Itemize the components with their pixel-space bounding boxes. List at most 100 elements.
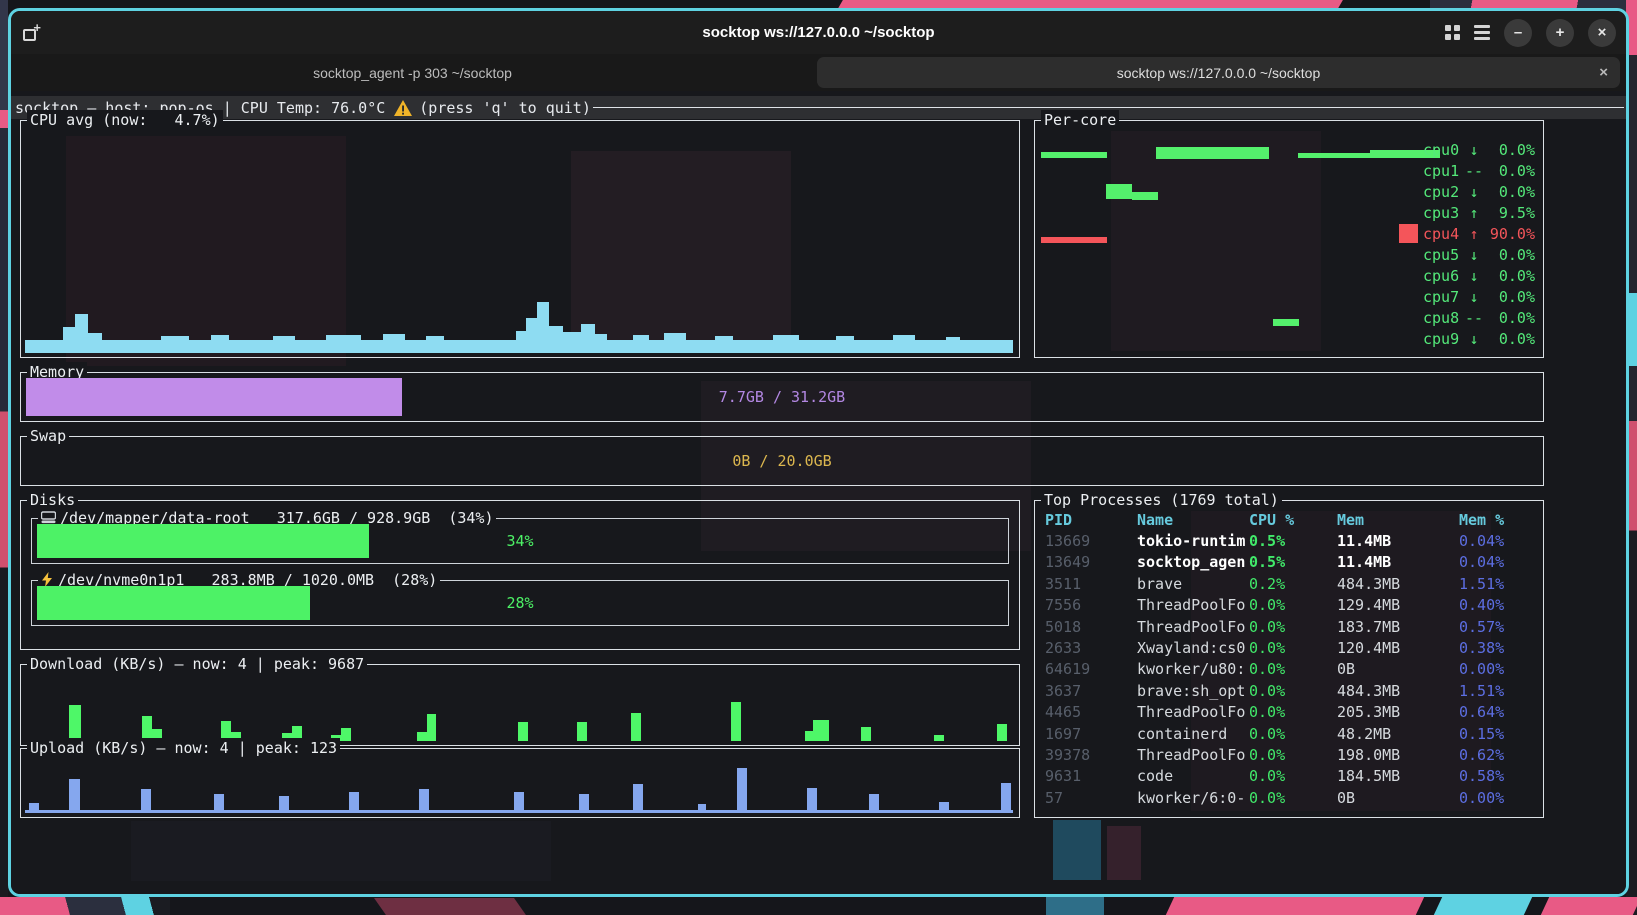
download-panel: Download (KB/s) — now: 4 | peak: 9687 [20, 664, 1020, 746]
histogram-bar [563, 332, 581, 340]
histogram-bar [326, 335, 361, 340]
histogram-bar [211, 335, 229, 340]
upload-panel: Upload (KB/s) — now: 4 | peak: 123 [20, 748, 1020, 818]
histogram-bar [869, 794, 879, 813]
histogram-bar [514, 792, 524, 813]
maximize-button[interactable]: + [1546, 19, 1574, 47]
tab-socktop-active[interactable]: socktop ws://127.0.0.0 ~/socktop × [817, 57, 1620, 88]
process-row: 1697containerd0.0%48.2MB0.15% [1035, 723, 1543, 744]
histogram-bar [419, 789, 429, 813]
process-row: 13669tokio-runtim0.5%11.4MB0.04% [1035, 530, 1543, 551]
header-quit-hint: (press 'q' to quit) [419, 99, 591, 117]
swap-usage-label: 0B / 20.0GB [21, 452, 1543, 470]
histogram-bar [577, 722, 587, 741]
histogram-bar [805, 731, 813, 741]
histogram-bar [633, 335, 649, 340]
tab-close-icon[interactable]: × [1599, 64, 1608, 81]
core-row-cpu4: cpu4↑90.0% [1423, 223, 1535, 244]
process-row: 57kworker/6:0-0.0%0B0.00% [1035, 787, 1543, 808]
process-row: 9631code0.0%184.5MB0.58% [1035, 766, 1543, 787]
histogram-bar [737, 768, 747, 813]
histogram-bar [63, 327, 75, 340]
histogram-bar [88, 333, 102, 340]
window-title: socktop ws://127.0.0.0 ~/socktop [11, 24, 1626, 41]
per-core-list: cpu0↓0.0%cpu1--0.0%cpu2↓0.0%cpu3↑9.5%cpu… [1423, 139, 1535, 350]
disk-data-root-gauge: /dev/mapper/data-root 317.6GB / 928.9GB … [31, 518, 1009, 564]
disk-nvme-gauge: /dev/nvme0n1p1 283.8MB / 1020.0MB (28%) … [31, 580, 1009, 626]
minimize-button[interactable]: – [1504, 19, 1532, 47]
top-processes-title: Top Processes (1769 total) [1041, 490, 1282, 510]
histogram-bar [773, 335, 799, 340]
histogram-bar [417, 732, 427, 741]
memory-panel: Memory 7.7GB / 31.2GB [20, 372, 1544, 422]
histogram-bar [69, 705, 81, 741]
histogram-bar [161, 336, 189, 340]
process-row: 3511brave0.2%484.3MB1.51% [1035, 573, 1543, 594]
process-row: 39378ThreadPoolFo0.0%198.0MB0.62% [1035, 744, 1543, 765]
histogram-bar [214, 794, 224, 813]
histogram-bar [836, 336, 854, 340]
histogram-bar [1156, 147, 1269, 159]
disk-data-root-pct: 34% [32, 532, 1008, 550]
swap-panel: Swap 0B / 20.0GB [20, 436, 1544, 486]
histogram-bar [526, 318, 537, 340]
desktop-art-bottom-cyan [1434, 897, 1532, 915]
bolt-icon [41, 572, 53, 587]
histogram-bar [549, 326, 563, 340]
histogram-bar [807, 788, 817, 813]
top-processes-panel: Top Processes (1769 total) PIDNameCPU %M… [1034, 500, 1544, 818]
histogram-bar [1001, 783, 1011, 813]
process-row: 64619kworker/u80:0.0%0B0.00% [1035, 659, 1543, 680]
desktop-art-bottom-left [0, 897, 170, 915]
core-row-cpu2: cpu2↓0.0% [1423, 181, 1535, 202]
core-row-cpu0: cpu0↓0.0% [1423, 139, 1535, 160]
histogram-bar [426, 336, 444, 340]
histogram-bar [1106, 184, 1132, 199]
process-row: 5018ThreadPoolFo0.0%183.7MB0.57% [1035, 616, 1543, 637]
histogram-bar [518, 722, 528, 741]
histogram-bar [731, 702, 741, 741]
core-row-cpu8: cpu8--0.0% [1423, 308, 1535, 329]
histogram-bar [25, 340, 1013, 353]
core-row-cpu3: cpu3↑9.5% [1423, 202, 1535, 223]
histogram-bar [1041, 237, 1107, 243]
disks-title: Disks [27, 490, 78, 510]
histogram-bar [581, 324, 595, 340]
disk-icon [41, 511, 56, 524]
histogram-bar [1041, 152, 1107, 158]
tab-label: socktop_agent -p 303 ~/socktop [313, 65, 512, 81]
histogram-bar [141, 789, 151, 813]
close-button[interactable]: × [1588, 19, 1616, 47]
histogram-bar [279, 796, 289, 813]
histogram-bar [997, 724, 1007, 741]
tab-socktop-agent[interactable]: socktop_agent -p 303 ~/socktop [11, 54, 814, 91]
histogram-bar [349, 792, 359, 813]
histogram-bar [893, 335, 915, 340]
process-row: 7556ThreadPoolFo0.0%129.4MB0.40% [1035, 595, 1543, 616]
process-table-body: 13669tokio-runtim0.5%11.4MB0.04%13649soc… [1035, 530, 1543, 808]
histogram-bar [633, 784, 643, 813]
histogram-bar [69, 779, 80, 813]
histogram-bar [341, 728, 351, 741]
histogram-bar [1298, 153, 1373, 158]
upload-histogram [21, 749, 1019, 817]
histogram-bar [813, 720, 829, 741]
histogram-bar [383, 334, 405, 340]
cpu-avg-histogram [21, 121, 1019, 357]
process-row: 4465ThreadPoolFo0.0%205.3MB0.64% [1035, 702, 1543, 723]
histogram-bar [664, 333, 686, 340]
histogram-bar [698, 804, 706, 813]
tab-overview-icon[interactable] [1445, 25, 1460, 40]
histogram-bar [273, 336, 295, 340]
memory-usage-label: 7.7GB / 31.2GB [21, 388, 1543, 406]
hamburger-menu-icon[interactable] [1474, 25, 1490, 40]
core-row-cpu9: cpu9↓0.0% [1423, 329, 1535, 350]
terminal-bg-art [1107, 826, 1141, 880]
histogram-bar [1273, 319, 1299, 326]
download-histogram [21, 665, 1019, 745]
core-row-cpu6: cpu6↓0.0% [1423, 266, 1535, 287]
histogram-bar [29, 803, 39, 813]
disks-panel: Disks /dev/mapper/data-root 317.6GB / 92… [20, 500, 1020, 650]
tab-bar: socktop_agent -p 303 ~/socktop socktop w… [11, 54, 1626, 91]
histogram-bar [934, 735, 944, 741]
